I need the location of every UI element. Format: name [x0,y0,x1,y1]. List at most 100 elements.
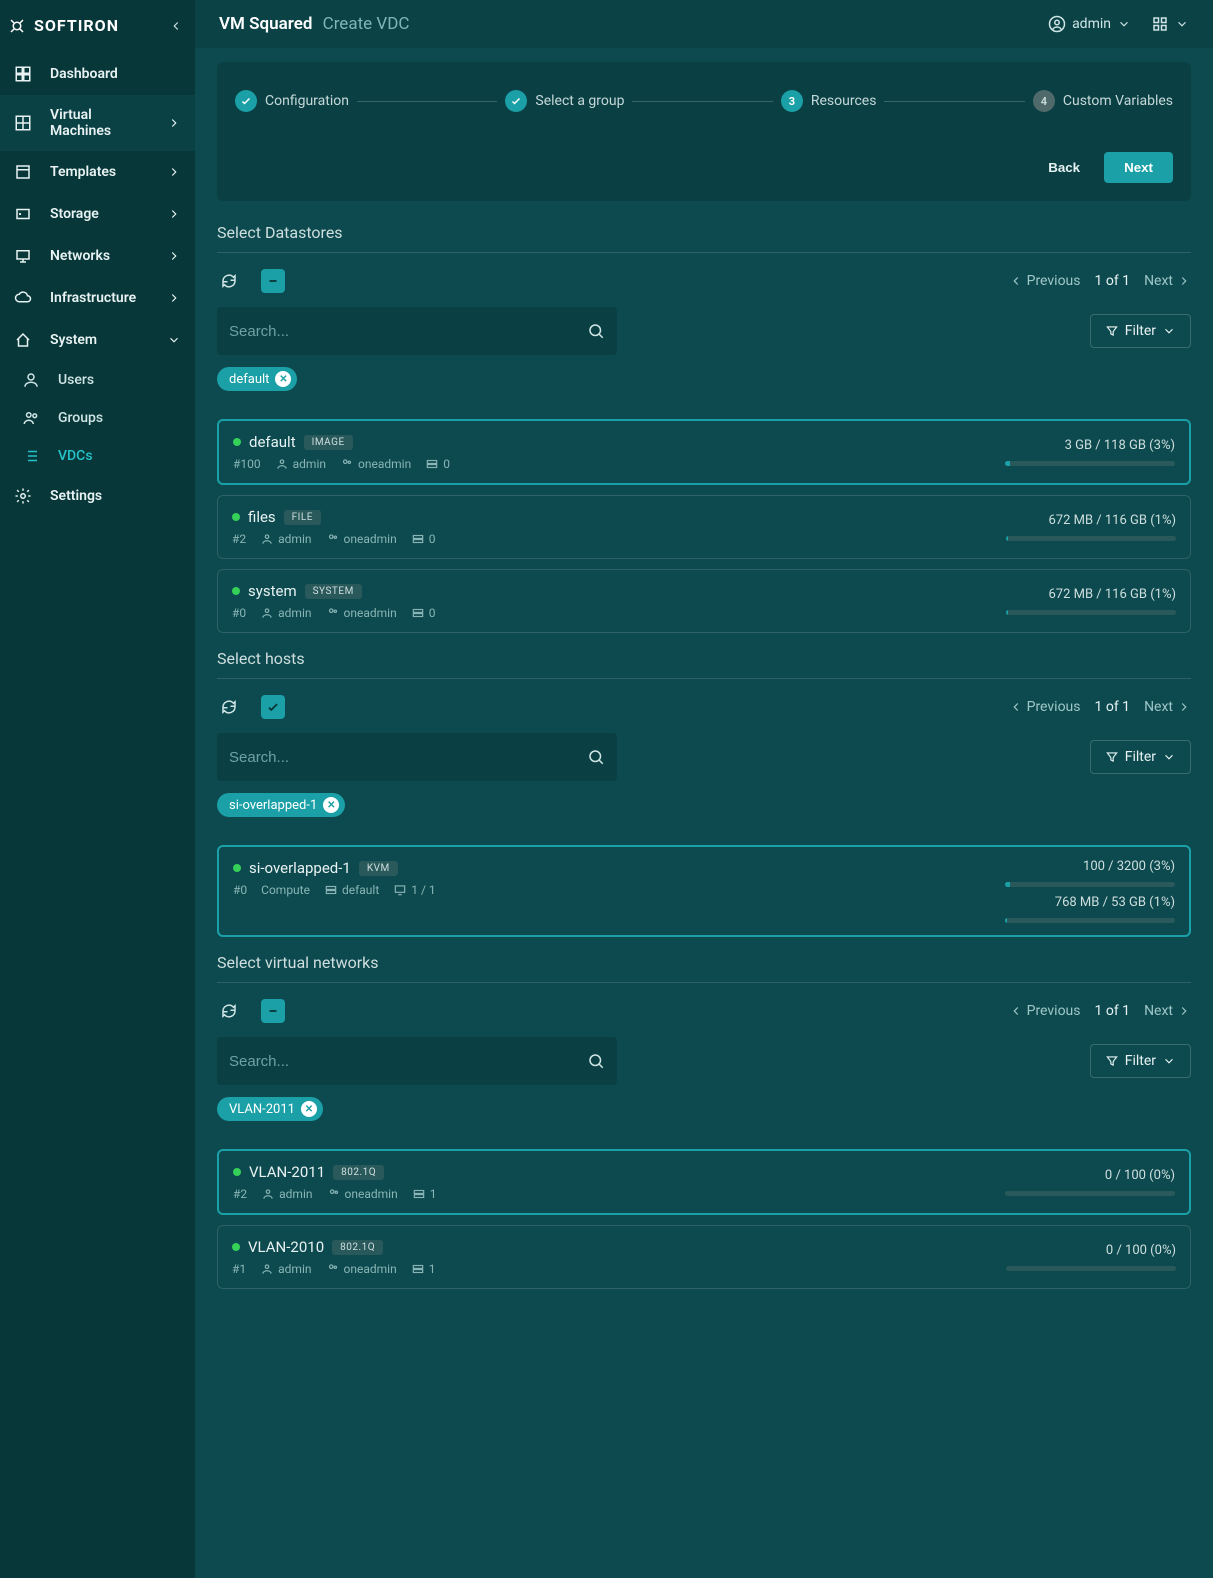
nav-infrastructure[interactable]: Infrastructure [0,277,195,319]
search-icon[interactable] [587,322,605,340]
refresh-icon [220,1002,238,1020]
chevron-left-icon [1009,274,1023,288]
select-all-indeterminate[interactable] [261,269,285,293]
top-bar: VM Squared Create VDC admin [195,0,1213,48]
users-icon [326,532,340,546]
apps-menu[interactable] [1151,15,1189,33]
row-name: default [249,433,296,451]
stepper-card: Configuration Select a group 3 Resources… [217,62,1191,201]
vnet-row[interactable]: VLAN-2011 802.1Q #2 admin oneadmin 1 0 /… [217,1149,1191,1215]
search-input-vnets[interactable] [217,1037,617,1085]
refresh-button[interactable] [217,269,241,293]
previous-page-button[interactable]: Previous [1009,1003,1081,1019]
next-label: Next [1144,1003,1173,1019]
usage-text: 672 MB / 116 GB (1%) [1048,587,1176,602]
subnav-users[interactable]: Users [0,361,195,399]
previous-page-button[interactable]: Previous [1009,699,1081,715]
chevron-down-icon [1162,1054,1176,1068]
search-input-datastores[interactable] [217,307,617,355]
search-icon[interactable] [587,1052,605,1070]
chip-remove-icon[interactable]: ✕ [323,797,339,813]
gear-icon [14,487,32,505]
status-dot-icon [233,864,241,872]
filter-button[interactable]: Filter [1090,740,1191,774]
user-menu[interactable]: admin [1048,15,1131,33]
step-resources[interactable]: 3 Resources [781,90,877,112]
chip-remove-icon[interactable]: ✕ [301,1101,317,1117]
chevron-left-icon [1009,1004,1023,1018]
host-row[interactable]: si-overlapped-1 KVM #0 Compute default 1… [217,845,1191,937]
search-input-hosts[interactable] [217,733,617,781]
next-page-button[interactable]: Next [1144,699,1191,715]
vnet-row[interactable]: VLAN-2010 802.1Q #1 admin oneadmin 1 0 /… [217,1225,1191,1289]
nav-settings[interactable]: Settings [0,475,195,517]
row-owner: admin [279,1187,312,1201]
row-owner: admin [293,457,326,471]
collapse-sidebar-icon[interactable] [169,19,183,33]
nav-label: Infrastructure [50,290,136,306]
subnav-groups[interactable]: Groups [0,399,195,437]
chip-host[interactable]: si-overlapped-1 ✕ [217,793,345,817]
step-connector [884,101,1024,102]
chevron-right-icon [167,165,181,179]
type-badge: KVM [359,861,398,876]
subnav-vdcs[interactable]: VDCs [0,437,195,475]
row-group: oneadmin [344,1262,397,1276]
section-title-vnets: Select virtual networks [217,947,1191,982]
row-group: oneadmin [344,606,397,620]
refresh-icon [220,272,238,290]
page-subtitle: Create VDC [323,14,410,34]
cloud-icon [14,289,32,307]
row-name: si-overlapped-1 [249,859,351,877]
divider [217,678,1191,679]
nav-dashboard[interactable]: Dashboard [0,53,195,95]
next-page-button[interactable]: Next [1144,273,1191,289]
search-icon[interactable] [587,748,605,766]
search-field[interactable] [229,749,587,766]
user-icon [275,457,289,471]
server-icon [411,1262,425,1276]
select-all-checked[interactable] [261,695,285,719]
previous-label: Previous [1027,273,1081,289]
user-circle-icon [1048,15,1066,33]
step-custom-variables[interactable]: 4 Custom Variables [1033,90,1173,112]
nav-templates[interactable]: Templates [0,151,195,193]
step-configuration[interactable]: Configuration [235,90,349,112]
row-group: default [342,883,379,897]
step-connector [632,101,772,102]
nav-storage[interactable]: Storage [0,193,195,235]
refresh-button[interactable] [217,999,241,1023]
nav-system[interactable]: System [0,319,195,361]
next-page-button[interactable]: Next [1144,1003,1191,1019]
search-field[interactable] [229,1053,587,1070]
filter-button[interactable]: Filter [1090,314,1191,348]
nav-label: Storage [50,206,99,222]
search-field[interactable] [229,323,587,340]
chip-default[interactable]: default ✕ [217,367,297,391]
next-button[interactable]: Next [1104,152,1173,183]
previous-page-button[interactable]: Previous [1009,273,1081,289]
filter-button[interactable]: Filter [1090,1044,1191,1078]
chip-vnet[interactable]: VLAN-2011 ✕ [217,1097,323,1121]
datastores-toolbar: Previous 1 of 1 Next [217,263,1191,307]
chip-label: si-overlapped-1 [229,798,317,813]
nav-label: Settings [50,488,102,504]
nav-virtual-machines[interactable]: Virtual Machines [0,95,195,151]
section-title-hosts: Select hosts [217,643,1191,678]
row-vm: 0 [429,532,436,546]
logo-row: SOFTIRON [0,8,195,53]
datastore-row[interactable]: files FILE #2 admin oneadmin 0 672 MB / … [217,495,1191,559]
usage-bar [1006,610,1176,615]
refresh-button[interactable] [217,695,241,719]
select-all-indeterminate[interactable] [261,999,285,1023]
datastore-row[interactable]: system SYSTEM #0 admin oneadmin 0 672 MB… [217,569,1191,633]
users-icon [326,606,340,620]
chip-remove-icon[interactable]: ✕ [275,371,291,387]
datastore-row[interactable]: default IMAGE #100 admin oneadmin 0 3 GB… [217,419,1191,485]
back-button[interactable]: Back [1034,152,1094,183]
nav-label: Dashboard [50,66,118,82]
subnav-label: Users [58,372,94,388]
step-select-group[interactable]: Select a group [505,90,624,112]
nav-networks[interactable]: Networks [0,235,195,277]
nav-label: Templates [50,164,116,180]
